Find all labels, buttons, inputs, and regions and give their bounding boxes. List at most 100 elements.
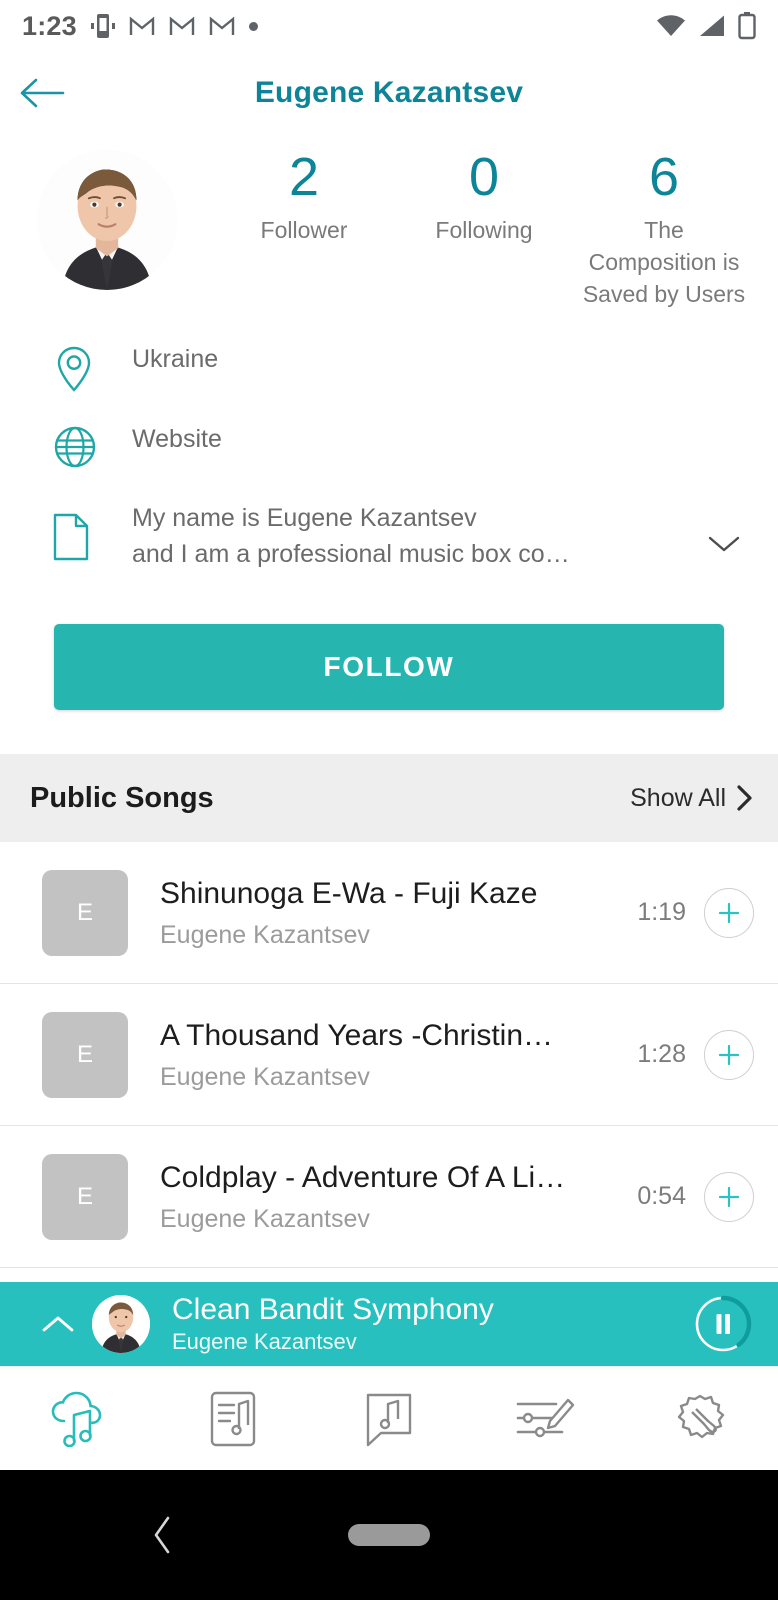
avatar[interactable] xyxy=(37,150,177,290)
profile-stats: 2 Follower 0 Following 6 The Composition… xyxy=(214,146,778,310)
system-back-button[interactable] xyxy=(150,1514,176,1556)
info-row-bio[interactable]: My name is Eugene Kazantsev and I am a p… xyxy=(0,484,778,586)
profile-info: Ukraine Website My name is Eugene Kazant… xyxy=(0,310,778,586)
follow-button[interactable]: FOLLOW xyxy=(54,624,724,710)
nav-item-cloud-music[interactable] xyxy=(0,1367,156,1470)
page-title: Eugene Kazantsev xyxy=(254,76,524,109)
plus-icon xyxy=(718,902,740,923)
phone-screen: 1:23 Eugene Kazantsev 2 Follower 0 Follo… xyxy=(0,0,778,1600)
status-time: 1:23 xyxy=(22,10,77,41)
music-message-icon xyxy=(366,1393,412,1446)
info-row-website[interactable]: Website xyxy=(0,408,778,484)
plus-icon xyxy=(718,1044,740,1065)
song-thumbnail: E xyxy=(42,1153,128,1240)
equalizer-edit-icon xyxy=(516,1398,574,1437)
gmail-icon xyxy=(129,13,155,39)
android-navigation-bar xyxy=(0,1470,778,1600)
info-row-location: Ukraine xyxy=(0,328,778,408)
status-bar-right xyxy=(656,12,756,40)
cloud-music-icon xyxy=(51,1391,102,1447)
system-back-icon xyxy=(154,1516,170,1554)
chevron-right-icon xyxy=(737,785,752,811)
battery-icon xyxy=(738,12,756,40)
bottom-navigation xyxy=(0,1366,778,1470)
location-text: Ukraine xyxy=(132,345,219,373)
stat-value: 6 xyxy=(648,147,680,207)
location-pin-icon xyxy=(52,342,132,394)
song-duration: 0:54 xyxy=(637,1182,686,1210)
show-all-label: Show All xyxy=(630,783,726,812)
nav-item-music-message[interactable] xyxy=(311,1367,467,1470)
song-title: Shinunoga E-Wa - Fuji Kaze xyxy=(160,876,538,910)
player-expand-button[interactable] xyxy=(30,1313,86,1335)
chevron-down-icon xyxy=(708,536,740,552)
bio-text: My name is Eugene Kazantsev and I am a p… xyxy=(132,504,570,568)
follow-button-container: FOLLOW xyxy=(0,586,778,754)
chevron-up-icon xyxy=(42,1316,74,1332)
status-bar: 1:23 xyxy=(0,0,778,52)
gmail-icon xyxy=(209,13,235,39)
plus-icon xyxy=(718,1186,740,1207)
avatar-container xyxy=(0,146,214,310)
public-songs-header: Public Songs Show All xyxy=(0,754,778,842)
avatar-illustration xyxy=(92,1295,150,1353)
vibrate-icon xyxy=(90,12,115,40)
settings-gear-icon xyxy=(677,1394,725,1438)
website-text: Website xyxy=(132,425,222,453)
stat-label: Following xyxy=(435,217,533,243)
wifi-icon xyxy=(656,14,686,38)
song-duration: 1:28 xyxy=(637,1040,686,1068)
song-thumbnail: E xyxy=(42,869,128,956)
nav-item-settings[interactable] xyxy=(622,1367,778,1470)
back-button[interactable] xyxy=(0,52,84,134)
gmail-icon xyxy=(169,13,195,39)
song-artist: Eugene Kazantsev xyxy=(160,920,370,949)
player-track-title: Clean Bandit Symphony xyxy=(172,1293,494,1326)
stat-saved-compositions[interactable]: 6 The Composition is Saved by Users xyxy=(574,146,754,310)
song-title: Coldplay - Adventure Of A Li… xyxy=(160,1160,566,1194)
play-pause-button[interactable] xyxy=(692,1293,754,1355)
add-song-button[interactable] xyxy=(704,1029,754,1080)
song-title: A Thousand Years -Christin… xyxy=(160,1018,554,1052)
song-meta: A Thousand Years -Christin… Eugene Kazan… xyxy=(128,1016,637,1094)
song-list-item[interactable]: E Coldplay - Adventure Of A Li… Eugene K… xyxy=(0,1126,778,1268)
avatar-illustration xyxy=(37,150,177,290)
mini-player[interactable]: Clean Bandit Symphony Eugene Kazantsev xyxy=(0,1282,778,1366)
add-song-button[interactable] xyxy=(704,887,754,938)
cellular-signal-icon xyxy=(698,14,726,38)
dot-icon xyxy=(248,21,258,31)
song-list-item[interactable]: E A Thousand Years -Christin… Eugene Kaz… xyxy=(0,984,778,1126)
song-list: E Shinunoga E-Wa - Fuji Kaze Eugene Kaza… xyxy=(0,842,778,1268)
song-meta: Coldplay - Adventure Of A Li… Eugene Kaz… xyxy=(128,1158,637,1236)
song-meta: Shinunoga E-Wa - Fuji Kaze Eugene Kazant… xyxy=(128,874,637,952)
app-bar: Eugene Kazantsev xyxy=(0,52,778,134)
nav-item-equalizer-edit[interactable] xyxy=(467,1367,623,1470)
globe-icon xyxy=(52,422,132,470)
profile-header: 2 Follower 0 Following 6 The Composition… xyxy=(0,134,778,310)
stat-following[interactable]: 0 Following xyxy=(394,146,574,310)
status-bar-left: 1:23 xyxy=(22,11,258,42)
pause-icon xyxy=(716,1314,730,1334)
song-list-item[interactable]: E Shinunoga E-Wa - Fuji Kaze Eugene Kaza… xyxy=(0,842,778,984)
music-library-icon xyxy=(211,1391,256,1446)
document-icon xyxy=(52,511,132,561)
stat-label: The Composition is Saved by Users xyxy=(582,217,746,307)
player-track-info: Clean Bandit Symphony Eugene Kazantsev xyxy=(150,1292,692,1356)
bio-expand-button[interactable] xyxy=(694,518,754,554)
system-home-button[interactable] xyxy=(348,1524,430,1546)
song-duration: 1:19 xyxy=(637,898,686,926)
show-all-button[interactable]: Show All xyxy=(630,784,754,813)
song-thumbnail: E xyxy=(42,1011,128,1098)
section-title: Public Songs xyxy=(30,781,214,814)
song-artist: Eugene Kazantsev xyxy=(160,1062,370,1091)
player-track-artist: Eugene Kazantsev xyxy=(172,1329,357,1354)
player-avatar xyxy=(92,1295,150,1353)
song-artist: Eugene Kazantsev xyxy=(160,1204,370,1233)
add-song-button[interactable] xyxy=(704,1171,754,1222)
stat-label: Follower xyxy=(260,217,348,243)
stat-value: 0 xyxy=(468,147,500,207)
stat-value: 2 xyxy=(288,147,320,207)
arrow-left-icon xyxy=(20,78,65,108)
stat-followers[interactable]: 2 Follower xyxy=(214,146,394,310)
nav-item-music-library[interactable] xyxy=(156,1367,312,1470)
